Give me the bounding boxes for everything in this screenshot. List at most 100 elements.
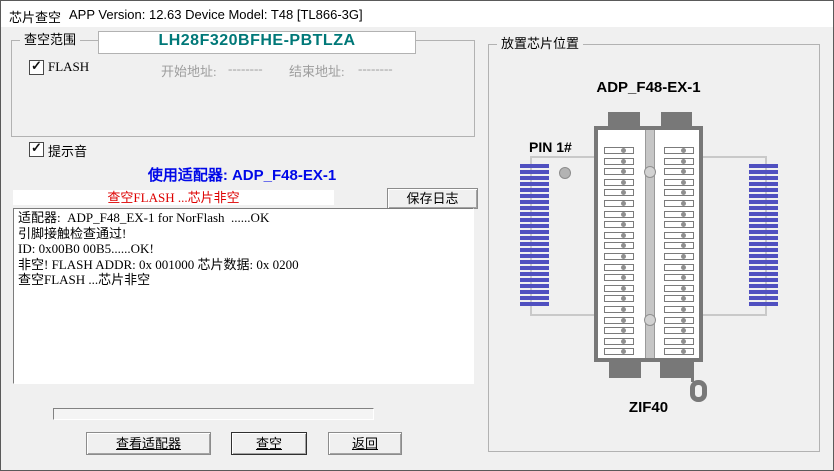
zif-slot	[604, 263, 634, 271]
title-bar: 芯片查空 APP Version: 12.63 Device Model: T4…	[1, 1, 833, 27]
adapter-pin-bar	[749, 284, 778, 288]
zif-slot-pin-dot	[621, 243, 626, 249]
flash-checkbox[interactable]	[29, 58, 44, 75]
zif-slot-pin-dot	[681, 328, 686, 334]
flash-checkbox-label: FLASH	[48, 59, 90, 74]
adapter-name-label: ADP_F48-EX-1	[596, 79, 701, 96]
start-address-value: --------	[228, 61, 263, 76]
log-line: 非空! FLASH ADDR: 0x 001000 芯片数据: 0x 0200	[18, 256, 299, 272]
zif-slot-pin-dot	[621, 264, 626, 270]
adapter-pin-bar	[749, 164, 778, 168]
beep-checkbox[interactable]	[29, 140, 44, 157]
adapter-pin-bar	[749, 272, 778, 276]
adapter-pin-bar	[749, 248, 778, 252]
zif-slot-pin-dot	[621, 349, 626, 355]
adapter-pin-bar	[520, 206, 549, 210]
zif-slot-pin-dot	[621, 285, 626, 291]
adapter-pin-bar	[520, 194, 549, 198]
zif-slot	[664, 348, 694, 356]
zif-slot-pin-dot	[621, 211, 626, 217]
adapter-pin-bar	[520, 230, 549, 234]
zif-slot	[664, 252, 694, 260]
zif-slot	[664, 284, 694, 292]
zif-slot	[604, 274, 634, 282]
adapter-pin-bar	[520, 284, 549, 288]
adapter-pin-bar	[749, 188, 778, 192]
adapter-pin-bar	[749, 266, 778, 270]
pin1-label: PIN 1#	[529, 139, 572, 155]
zif-slot-pin-dot	[681, 338, 686, 344]
adapter-pin-bar	[520, 182, 549, 186]
view-adapter-button-label: 查看适配器	[115, 436, 181, 451]
adapter-pin-bar	[749, 170, 778, 174]
adapter-pin-bar	[749, 296, 778, 300]
zif-slot-pin-dot	[621, 328, 626, 334]
adapter-pin-bar	[520, 260, 549, 264]
save-log-button[interactable]: 保存日志	[387, 188, 478, 209]
adapter-pin-bar	[749, 206, 778, 210]
zif-slot	[664, 178, 694, 186]
app-version-info: APP Version: 12.63 Device Model: T48 [TL…	[69, 7, 363, 22]
zif-slot	[664, 295, 694, 303]
chip-name-banner: LH28F320BFHE-PBTLZA	[98, 31, 416, 54]
zif-slot-pin-dot	[621, 148, 626, 153]
zif-slot-pin-dot	[681, 317, 686, 323]
zif-slot	[664, 157, 694, 165]
zif-slot	[604, 284, 634, 292]
zif-slot	[604, 210, 634, 218]
adapter-pin-bar	[520, 290, 549, 294]
zif-slot	[604, 327, 634, 335]
zif-slot	[604, 189, 634, 197]
view-adapter-button[interactable]: 查看适配器	[86, 432, 211, 455]
zif-slot	[604, 305, 634, 313]
adapter-pin-bar	[749, 230, 778, 234]
zif-slot	[664, 327, 694, 335]
zif-slot	[664, 189, 694, 197]
adapter-pin-rows-right	[749, 164, 778, 308]
adapter-in-use-label: 使用适配器: ADP_F48-EX-1	[147, 167, 337, 184]
blank-check-button-label: 查空	[255, 436, 282, 451]
zif-slot-pin-dot	[621, 179, 626, 185]
log-line: 查空FLASH ...芯片非空	[18, 272, 151, 287]
adapter-pin-bar	[520, 200, 549, 204]
connector-trace-right-top	[702, 156, 767, 158]
zif-slot-pin-dot	[681, 285, 686, 291]
zif-slot-pin-dot	[681, 148, 686, 153]
zif-slot	[604, 295, 634, 303]
zif-slot-pin-dot	[681, 349, 686, 355]
status-message: 查空FLASH ...芯片非空	[13, 190, 334, 205]
zif-slot	[664, 337, 694, 345]
adapter-pin-bar	[520, 296, 549, 300]
adapter-pin-bar	[749, 242, 778, 246]
zif-slot-pin-dot	[681, 243, 686, 249]
group-title-placement: 放置芯片位置	[497, 37, 584, 51]
back-button[interactable]: 返回	[328, 432, 402, 455]
zif-slot	[664, 199, 694, 207]
adapter-pin-bar	[749, 176, 778, 180]
zif-slot	[664, 316, 694, 324]
adapter-pin-bar	[749, 290, 778, 294]
adapter-pin-bar	[520, 248, 549, 252]
adapter-pin-bar	[520, 224, 549, 228]
adapter-pin-bar	[749, 224, 778, 228]
zif-slot	[604, 178, 634, 186]
zif-slot-pin-dot	[621, 222, 626, 228]
socket-type-label: ZIF40	[628, 399, 669, 416]
adapter-pin-bar	[520, 212, 549, 216]
zif-slot	[664, 147, 694, 154]
rail-screw-top	[644, 166, 656, 178]
zif-slot-pin-dot	[621, 200, 626, 206]
log-line: 引脚接触检查通过!	[18, 225, 127, 241]
blank-check-range-group: 查空范围	[11, 33, 475, 137]
zif-slot	[604, 252, 634, 260]
blank-check-button[interactable]: 查空	[231, 432, 307, 455]
adapter-pin-rows-left	[520, 164, 549, 308]
zif-lever-arm	[691, 360, 694, 382]
zif-slot-pin-dot	[621, 306, 626, 312]
log-line: 适配器: ADP_F48_EX-1 for NorFlash ......OK	[18, 210, 270, 225]
zif-slot	[604, 221, 634, 229]
zif-slot-pin-dot	[681, 232, 686, 238]
zif-slot-pin-dot	[681, 222, 686, 228]
log-output[interactable]: 适配器: ADP_F48_EX-1 for NorFlash ......OK 引…	[13, 208, 474, 384]
zif-slot	[664, 263, 694, 271]
